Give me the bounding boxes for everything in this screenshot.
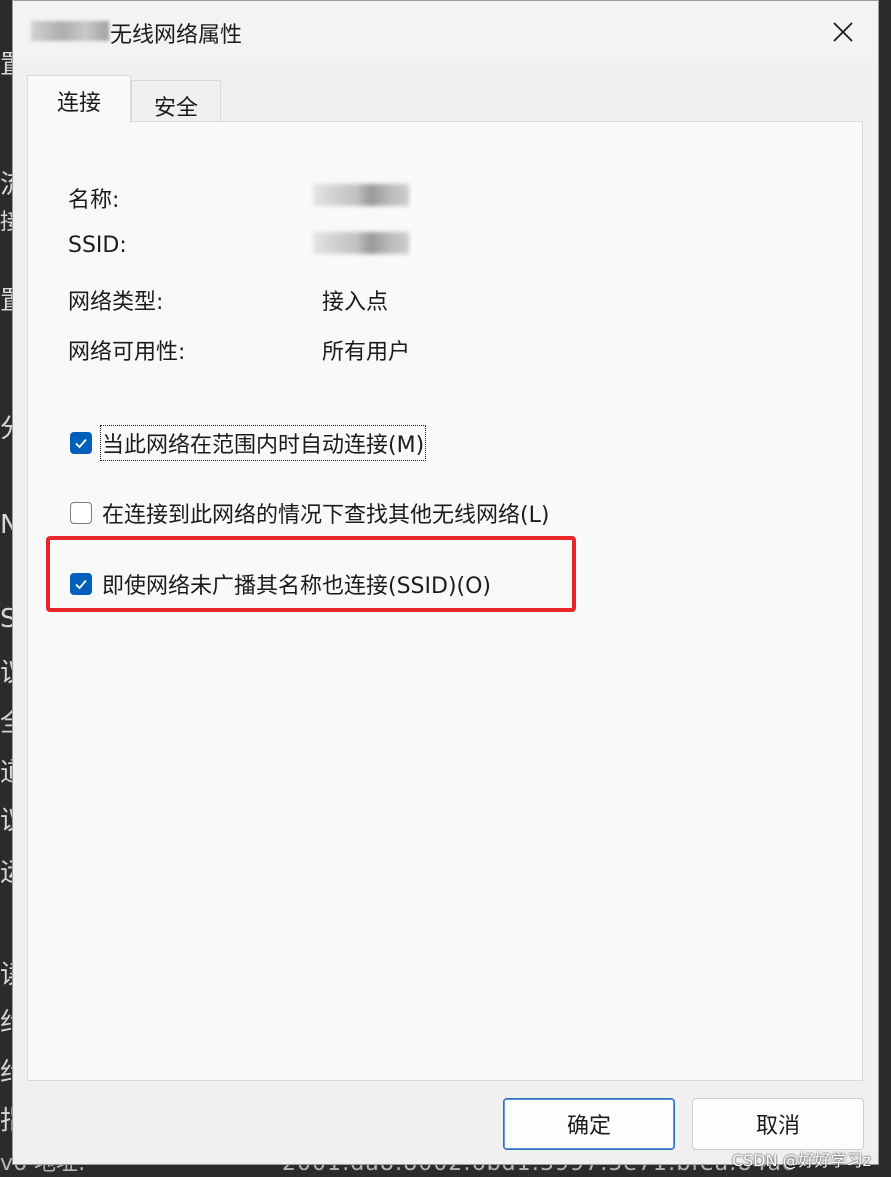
close-button[interactable] <box>808 1 878 63</box>
close-icon <box>833 22 853 42</box>
name-value-redacted <box>313 184 409 206</box>
search-other-networks-checkbox[interactable] <box>70 502 92 524</box>
network-name-redacted <box>31 21 109 41</box>
tab-security[interactable]: 安全 <box>131 80 221 122</box>
ssid-label: SSID: <box>68 233 127 258</box>
name-label: 名称: <box>68 188 120 213</box>
search-other-networks-checkbox-row[interactable]: 在连接到此网络的情况下查找其他无线网络(L) <box>70 497 549 529</box>
network-type-value: 接入点 <box>322 290 389 315</box>
ok-button[interactable]: 确定 <box>503 1098 675 1150</box>
network-availability-value: 所有用户 <box>322 340 411 365</box>
title-bar: 无线网络属性 <box>13 1 878 63</box>
network-type-label: 网络类型: <box>68 290 164 315</box>
csdn-watermark: CSDN @好好学习z <box>731 1151 871 1170</box>
search-other-networks-label: 在连接到此网络的情况下查找其他无线网络(L) <box>102 503 550 528</box>
wireless-properties-dialog: 无线网络属性 连接 安全 名称: SSID: 网络类型: 接入点 网络可用性: … <box>12 0 879 1165</box>
annotation-highlight-box <box>46 536 576 612</box>
checkmark-icon <box>75 438 87 449</box>
network-availability-label: 网络可用性: <box>68 340 186 365</box>
tab-connection[interactable]: 连接 <box>27 75 131 123</box>
cancel-button[interactable]: 取消 <box>692 1098 864 1150</box>
auto-connect-label: 当此网络在范围内时自动连接(M) <box>99 425 427 461</box>
auto-connect-checkbox-row[interactable]: 当此网络在范围内时自动连接(M) <box>70 425 427 461</box>
auto-connect-checkbox[interactable] <box>70 432 92 454</box>
ssid-value-redacted <box>313 232 409 254</box>
dialog-title: 无线网络属性 <box>110 23 243 48</box>
